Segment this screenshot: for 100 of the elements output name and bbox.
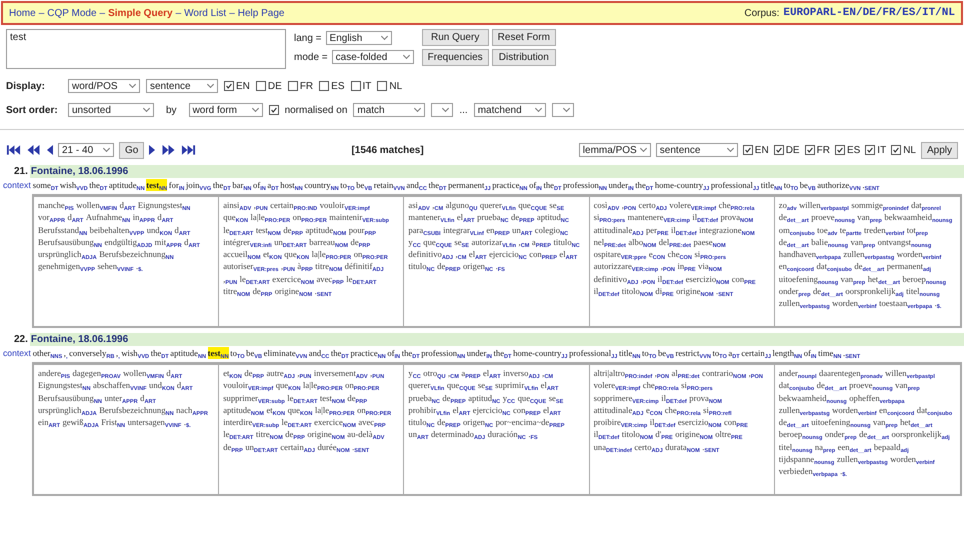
- token-word: authorize: [817, 180, 850, 190]
- pos-tag: PRO:rela: [654, 386, 679, 392]
- pos-tag: PRP: [291, 230, 303, 237]
- checkbox[interactable]: [288, 81, 298, 91]
- checkbox[interactable]: [377, 81, 388, 91]
- token-word: und: [146, 224, 160, 235]
- source-link[interactable]: Fontaine, 18.06.1996: [30, 166, 128, 177]
- checkbox[interactable]: [268, 105, 279, 115]
- token-word: d: [140, 392, 144, 403]
- format-select[interactable]: lemma/POS: [578, 143, 651, 157]
- lang-select[interactable]: English: [326, 31, 392, 45]
- nav-link[interactable]: Simple Query: [108, 8, 173, 18]
- pos-tag: nounsg: [932, 218, 952, 224]
- pos-tag: TO: [648, 354, 656, 360]
- context-select[interactable]: sentence: [656, 143, 738, 157]
- form-button[interactable]: Reset Form: [492, 29, 556, 46]
- start-select[interactable]: match: [353, 103, 426, 117]
- pos-tag: PREP: [542, 255, 557, 262]
- checkbox[interactable]: [224, 81, 234, 91]
- pos-tag: prep: [870, 218, 882, 224]
- mode-select[interactable]: case-folded: [332, 50, 414, 64]
- token-word: onder: [778, 286, 798, 296]
- checkbox[interactable]: [865, 145, 876, 155]
- nav-link[interactable]: CQP Mode: [47, 8, 97, 18]
- pos-tag: NC: [518, 255, 527, 262]
- page-range-select[interactable]: 21 - 40: [58, 143, 114, 157]
- apply-button[interactable]: Apply: [920, 142, 958, 158]
- pos-tag: PRO:pers: [599, 218, 626, 224]
- checkbox[interactable]: [350, 81, 360, 91]
- context-link[interactable]: context: [3, 348, 31, 358]
- end-select[interactable]: matchend: [474, 103, 546, 117]
- token-word: .: [314, 286, 317, 296]
- display-format-select[interactable]: word/POS: [68, 79, 140, 93]
- pos-tag: DET:def: [666, 398, 687, 405]
- token-word: aptitude: [170, 348, 198, 358]
- by-label: by: [166, 104, 177, 116]
- token-word: endgültig: [104, 236, 137, 247]
- checkbox[interactable]: [834, 145, 845, 155]
- checkbox[interactable]: [742, 145, 753, 155]
- offset-select[interactable]: [431, 103, 454, 117]
- source-link[interactable]: Fontaine, 18.06.1996: [30, 334, 128, 345]
- token-word: of: [804, 348, 811, 358]
- token-word: bar: [232, 180, 244, 190]
- pos-tag: NOM: [336, 448, 350, 454]
- token-word: the: [635, 180, 646, 190]
- pos-tag: SE: [462, 242, 470, 249]
- pos-tag: NOM: [334, 242, 348, 249]
- go-button[interactable]: Go: [119, 142, 144, 158]
- nav-link[interactable]: Word List: [184, 8, 226, 18]
- fast-forward-icon[interactable]: [161, 144, 176, 156]
- token-word: handhaven: [778, 249, 816, 260]
- token-word: titre: [223, 286, 238, 296]
- token-word: .: [934, 298, 937, 308]
- sort-order-select[interactable]: unsorted: [68, 103, 154, 117]
- nav-link[interactable]: Help Page: [238, 8, 284, 18]
- context-link[interactable]: context: [3, 180, 31, 190]
- nav-link[interactable]: Home: [9, 8, 36, 18]
- sort-by-select[interactable]: word form: [188, 103, 263, 117]
- token-word: exercice: [314, 417, 343, 428]
- token-word: d: [176, 380, 182, 390]
- token-word: alguno: [446, 200, 469, 210]
- checkbox[interactable]: [256, 81, 266, 91]
- offset-select[interactable]: [552, 103, 574, 117]
- token-word: duración: [488, 429, 518, 440]
- form-button[interactable]: Frequencies: [422, 49, 489, 66]
- pos-tag: PUN: [300, 374, 312, 380]
- token-word: et: [263, 249, 270, 260]
- token-word: ander: [778, 368, 798, 378]
- token-word: determinado: [430, 429, 474, 440]
- last-page-icon[interactable]: [181, 144, 196, 156]
- pos-tag: VVPP: [80, 267, 95, 274]
- display-context-select[interactable]: sentence: [146, 79, 218, 93]
- pos-tag: DT: [646, 186, 654, 192]
- token-word: profession: [421, 348, 458, 358]
- pos-tag: NN: [519, 186, 528, 192]
- form-button[interactable]: Run Query: [422, 29, 489, 46]
- pos-tag: PRP: [356, 398, 368, 405]
- pos-tag: nounsg: [818, 280, 838, 286]
- token-word: sehen: [97, 261, 118, 272]
- rewind-icon[interactable]: [26, 144, 41, 156]
- checkbox[interactable]: [319, 81, 330, 91]
- pos-tag: nounsg: [826, 398, 847, 405]
- previous-icon[interactable]: [46, 144, 53, 156]
- first-page-icon[interactable]: [6, 144, 21, 156]
- next-icon[interactable]: [149, 144, 156, 156]
- checkbox[interactable]: [774, 145, 784, 155]
- token-word: oorspronkelijk: [845, 286, 896, 296]
- pos-tag: PRE: [661, 435, 673, 442]
- pos-tag: ART: [181, 386, 193, 392]
- token-word: .: [862, 180, 864, 190]
- pos-tag: ADJ: [284, 374, 295, 380]
- pos-tag: PRE:det: [678, 374, 700, 380]
- pos-tag: IN: [628, 186, 634, 192]
- checkbox[interactable]: [804, 145, 815, 155]
- pos-tag: VB: [666, 354, 674, 360]
- token-word: el: [468, 249, 476, 260]
- pos-tag: DET:ART: [229, 435, 254, 442]
- form-button[interactable]: Distribution: [492, 49, 556, 66]
- query-field[interactable]: test: [6, 29, 286, 69]
- checkbox[interactable]: [891, 145, 902, 155]
